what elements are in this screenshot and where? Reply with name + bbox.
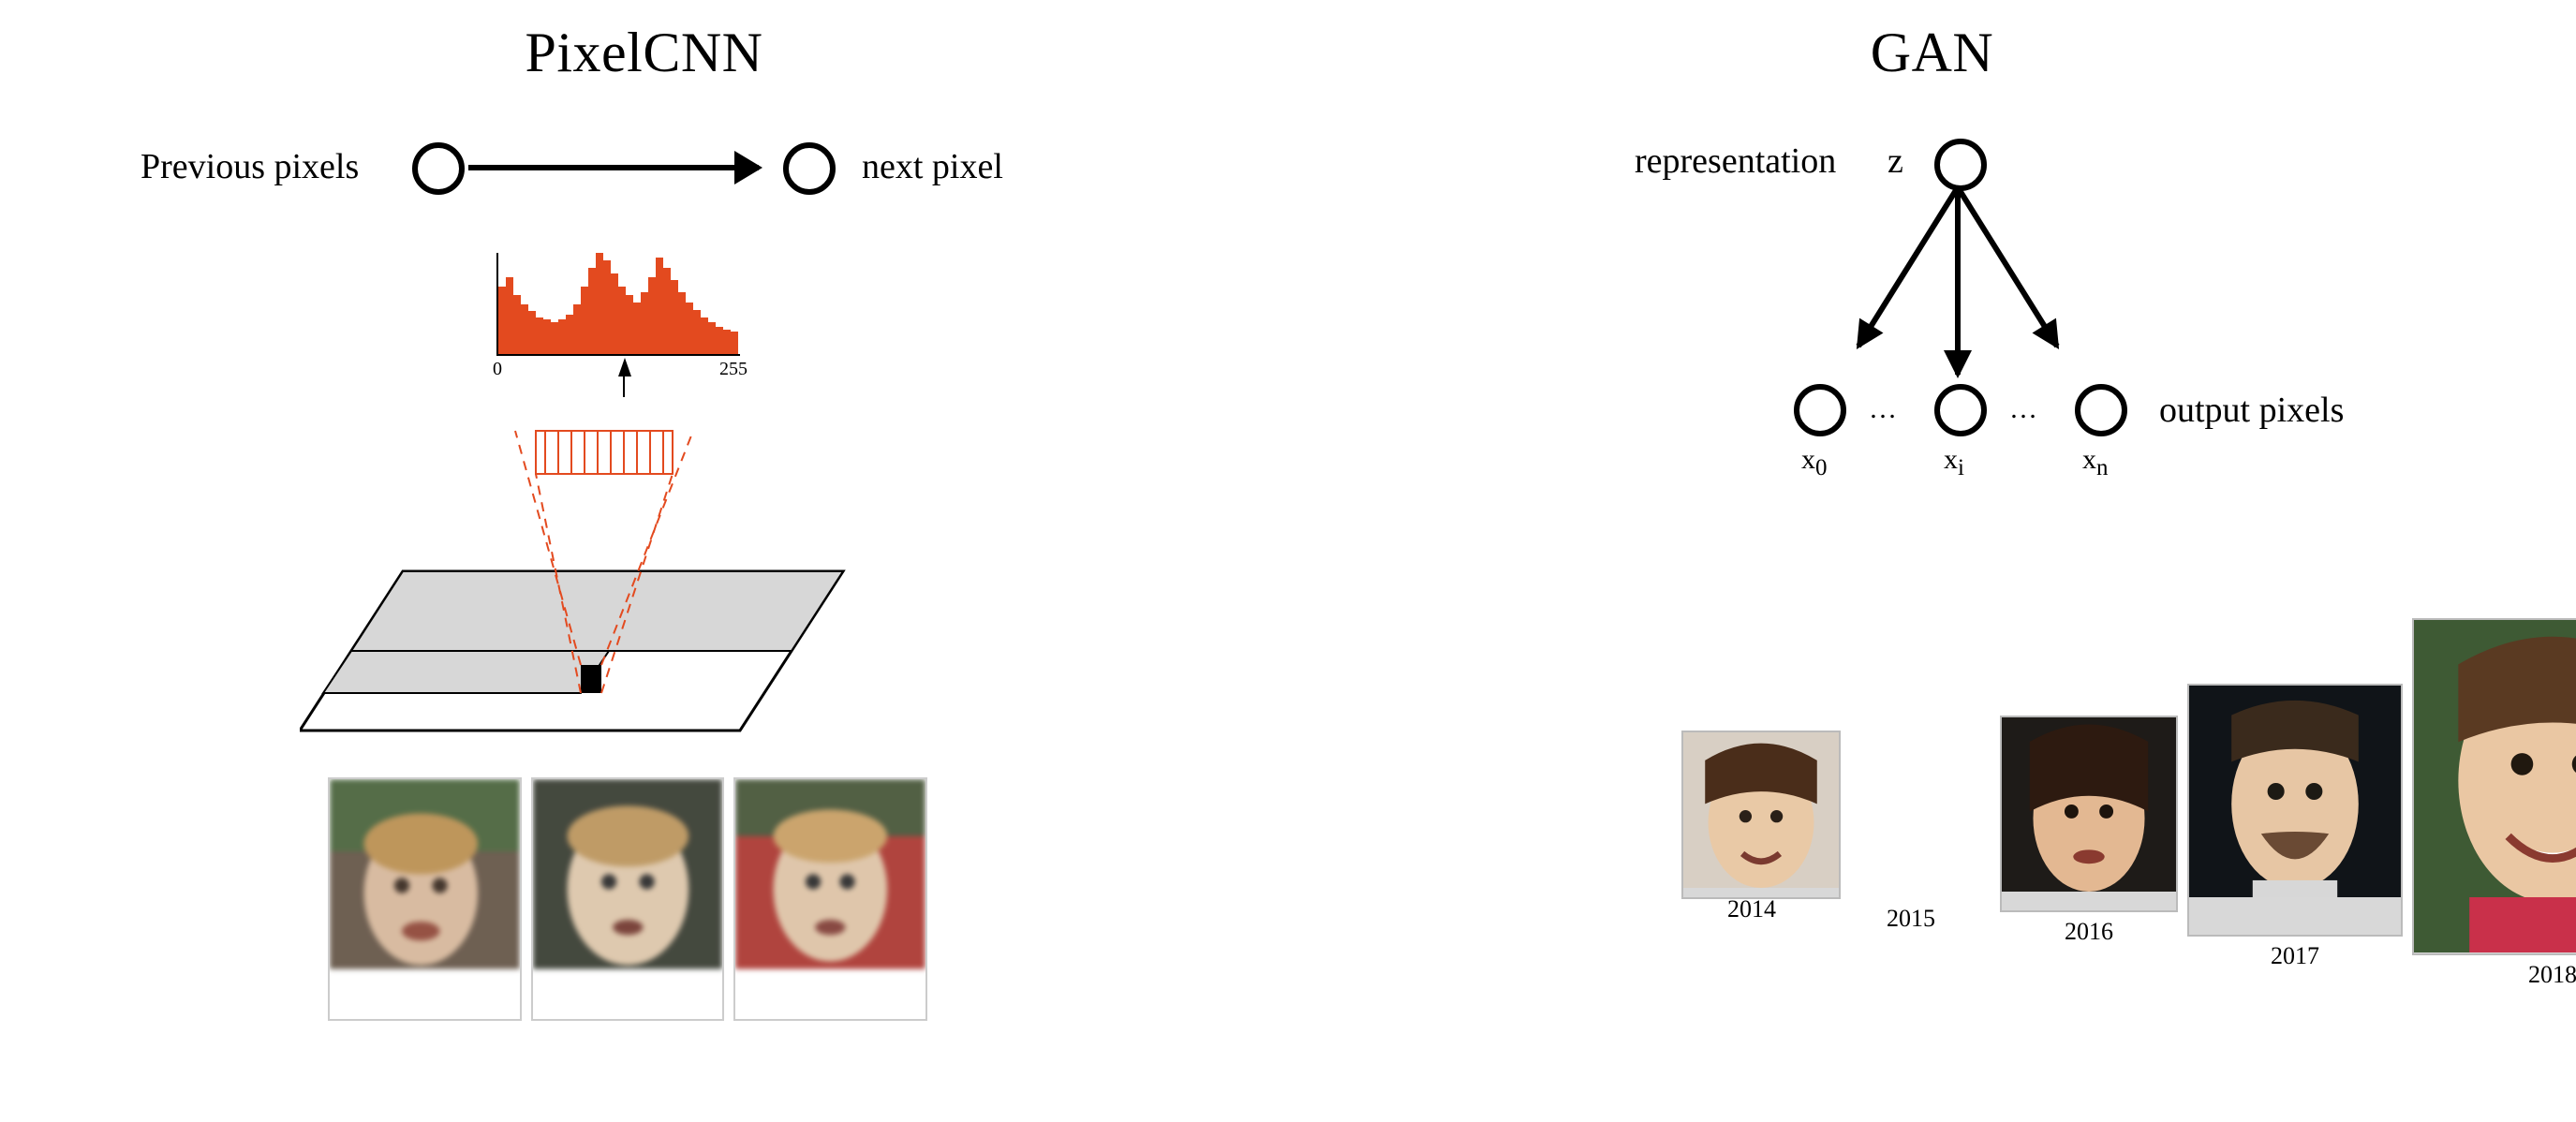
hist-bar: [618, 287, 626, 354]
hist-bars: [498, 253, 738, 354]
next-pixel-label: next pixel: [862, 146, 1003, 187]
node-xn: [2075, 384, 2127, 436]
hist-bar: [573, 304, 581, 354]
node-next-pixel: [783, 142, 836, 195]
dots-left: …: [1869, 393, 1901, 425]
xi-base: x: [1944, 444, 1958, 475]
year-2016: 2016: [2000, 918, 2178, 946]
node-z: [1934, 139, 1987, 191]
hist-bar: [551, 322, 558, 354]
hist-up-arrow-stem-icon: [623, 375, 625, 397]
hist-bar: [626, 295, 633, 354]
hist-bar: [588, 268, 596, 354]
hist-bar: [581, 287, 588, 354]
hist-bar: [656, 258, 663, 354]
gan-sample-2015: [1681, 731, 1841, 899]
hist-bar: [708, 322, 716, 354]
x0-base: x: [1801, 444, 1815, 475]
hist-bar: [521, 304, 528, 354]
year-2017: 2017: [2187, 942, 2403, 970]
hist-bar: [498, 287, 506, 354]
hist-min-tick: 0: [493, 359, 502, 380]
hist-x-axis: [496, 354, 740, 356]
hist-max-tick: 255: [719, 359, 748, 380]
hist-bar: [558, 319, 566, 354]
node-x0: [1794, 384, 1846, 436]
arrow-z-to-xn: [1955, 185, 2059, 347]
hist-bar: [611, 273, 618, 354]
hist-bar: [723, 330, 731, 354]
year-2018: 2018: [2412, 961, 2576, 989]
pixelcnn-sample-image: [531, 777, 725, 1021]
hist-bar: [686, 303, 693, 354]
hist-bar: [596, 253, 603, 354]
representation-label: representation: [1635, 140, 1836, 182]
pixelcnn-title: PixelCNN: [0, 21, 1288, 85]
pixelcnn-graph: Previous pixels next pixel: [0, 146, 1288, 221]
pixelcnn-histogram: 0 255: [496, 253, 740, 356]
xn-label: xn: [2082, 444, 2109, 481]
arrow-z-to-xi: [1955, 191, 1961, 375]
xi-sub: i: [1958, 455, 1964, 480]
hist-bar: [671, 280, 678, 354]
hist-bar: [701, 317, 708, 355]
xn-base: x: [2082, 444, 2096, 475]
output-pixels-label: output pixels: [2159, 390, 2344, 431]
arrow-prev-to-next: [468, 165, 759, 170]
hist-up-arrow-head-icon: [618, 358, 631, 376]
hist-bar: [506, 277, 513, 354]
hist-bar: [536, 317, 543, 355]
hist-bar: [663, 268, 671, 354]
z-label: z: [1888, 140, 1903, 182]
year-2014: 2014: [1681, 895, 1822, 923]
pixelcnn-sample-image: [733, 777, 927, 1021]
x0-label: x0: [1801, 444, 1828, 481]
gan-graph: representation z … … x0 xi xn output pix…: [1288, 131, 2576, 506]
pixelcnn-samples: [328, 777, 927, 1021]
hist-bar: [566, 315, 573, 354]
hist-bar: [693, 310, 701, 354]
hist-bar: [678, 292, 686, 354]
hist-bar: [731, 332, 738, 354]
x0-sub: 0: [1815, 455, 1828, 480]
pixelcnn-receptive-field: [300, 403, 955, 740]
hist-bar: [603, 260, 611, 354]
hist-bar: [716, 327, 723, 354]
gan-sample-2016: [2000, 716, 2178, 912]
xi-label: xi: [1944, 444, 1964, 481]
gan-progress-strip: 2014 2015: [1681, 674, 2576, 1086]
dots-right: …: [2009, 393, 2041, 425]
gan-sample-2018: [2412, 618, 2576, 955]
gan-title: GAN: [1288, 21, 2576, 85]
hist-bar: [648, 277, 656, 354]
prev-pixels-label: Previous pixels: [141, 146, 359, 187]
pixelcnn-sample-image: [328, 777, 522, 1021]
arrow-z-to-x0: [1856, 185, 1960, 347]
gan-sample-2017: [2187, 684, 2403, 937]
node-prev-pixels: [412, 142, 465, 195]
xn-sub: n: [2096, 455, 2109, 480]
hist-bar: [543, 319, 551, 354]
year-2015: 2015: [1831, 905, 1991, 933]
hist-bar: [641, 292, 648, 354]
hist-bar: [513, 295, 521, 354]
hist-bar: [528, 311, 536, 354]
hist-bar: [633, 303, 641, 354]
node-xi: [1934, 384, 1987, 436]
